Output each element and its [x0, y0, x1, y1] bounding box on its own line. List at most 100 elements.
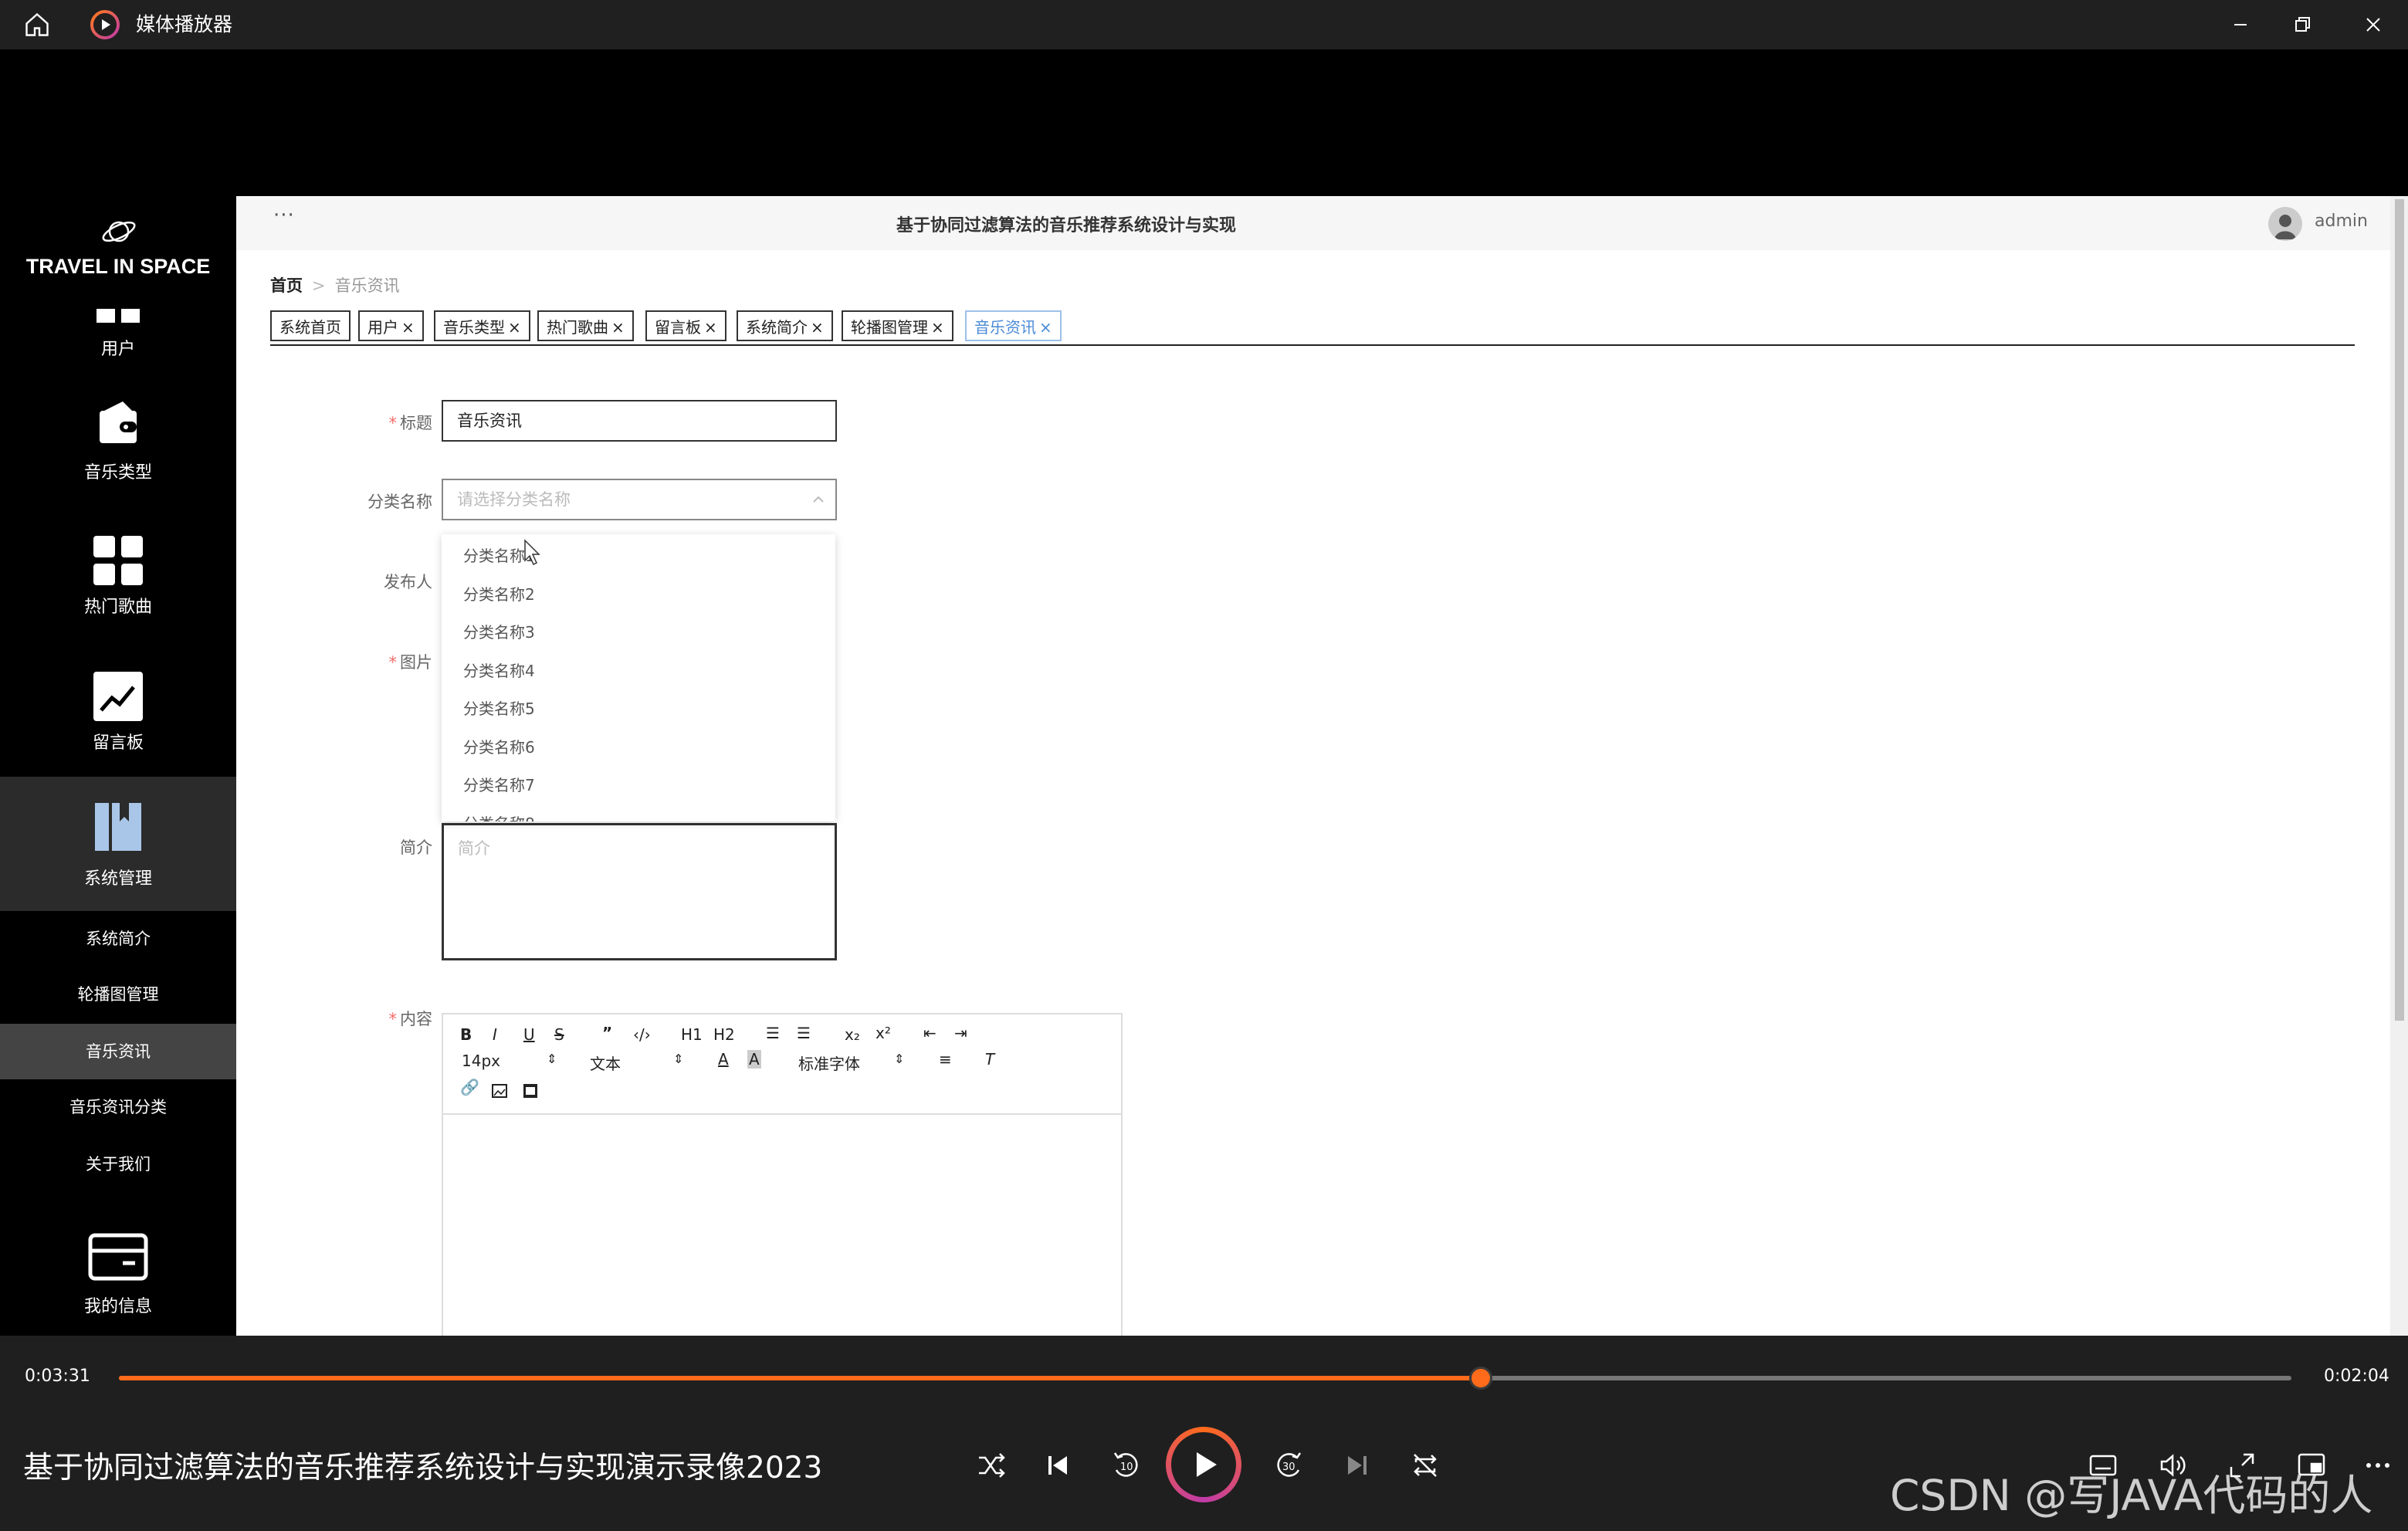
tab-close-icon[interactable]: ×	[508, 318, 521, 337]
sidebar-item-hot-songs[interactable]: 热门歌曲	[0, 527, 236, 627]
align-icon[interactable]: ≡	[939, 1050, 952, 1069]
play-button-inner	[1171, 1432, 1236, 1497]
shuffle-icon[interactable]	[973, 1447, 1010, 1484]
scrollbar-thumb[interactable]	[2395, 199, 2404, 1021]
tab-close-icon[interactable]: ×	[611, 318, 625, 337]
paragraph-select[interactable]: 文本	[590, 1052, 621, 1074]
restore-icon[interactable]	[2287, 9, 2318, 40]
dropdown-option[interactable]: 分类名称1	[442, 537, 835, 576]
seek-bar[interactable]	[119, 1367, 2291, 1390]
brand-name: TRAVEL IN SPACE	[25, 255, 211, 278]
skip-back-icon[interactable]: 10	[1107, 1447, 1144, 1484]
video-icon[interactable]	[522, 1082, 539, 1099]
subscript-icon[interactable]: x₂	[845, 1025, 860, 1044]
dropdown-option[interactable]: 分类名称3	[442, 614, 835, 652]
strike-icon[interactable]: S	[554, 1025, 564, 1044]
previous-icon[interactable]	[1039, 1447, 1076, 1484]
tab-music-news[interactable]: 音乐资讯 ×	[965, 310, 1062, 341]
watermark: CSDN @写JAVA代码的人	[1890, 1471, 2373, 1520]
clear-format-icon[interactable]: T	[985, 1050, 994, 1069]
sidebar-item-system-management[interactable]: 系统管理	[0, 777, 236, 911]
dropdown-option[interactable]: 分类名称6	[442, 729, 835, 767]
code-icon[interactable]: ‹/›	[633, 1025, 651, 1044]
sidebar-subitem-news-category[interactable]: 音乐资讯分类	[0, 1079, 236, 1135]
breadcrumb-separator: >	[312, 276, 326, 295]
avatar[interactable]	[2268, 207, 2302, 241]
sidebar-item-users[interactable]: 用户	[0, 296, 236, 381]
tab-close-icon[interactable]: ×	[931, 318, 944, 337]
sidebar-item-music-type[interactable]: 音乐类型	[0, 391, 236, 491]
font-size-select[interactable]: 14px	[462, 1052, 500, 1070]
heading2-icon[interactable]: H2	[713, 1025, 735, 1044]
video-title: 基于协同过滤算法的音乐推荐系统设计与实现演示录像2023	[23, 1451, 823, 1485]
sidebar-item-label: 音乐类型	[83, 463, 152, 483]
tab-message-board[interactable]: 留言板 ×	[645, 310, 726, 341]
background-color-icon[interactable]: A	[747, 1050, 761, 1069]
bullet-list-icon[interactable]: ☰	[797, 1024, 811, 1042]
breadcrumb-home[interactable]: 首页	[270, 276, 303, 295]
italic-icon[interactable]: I	[493, 1025, 497, 1044]
dropdown-option[interactable]: 分类名称8	[442, 805, 835, 822]
tab-users[interactable]: 用户 ×	[358, 310, 424, 341]
sidebar-item-message-board[interactable]: 留言板	[0, 662, 236, 763]
sidebar-item-my-info[interactable]: 我的信息	[0, 1223, 236, 1331]
user-name[interactable]: admin	[2315, 212, 2368, 231]
tab-close-icon[interactable]: ×	[401, 318, 415, 337]
close-icon[interactable]	[2358, 9, 2389, 40]
play-button[interactable]	[1166, 1427, 1241, 1502]
tab-carousel[interactable]: 轮播图管理 ×	[842, 310, 953, 341]
tab-close-icon[interactable]: ×	[811, 318, 824, 337]
font-family-select[interactable]: 标准字体	[798, 1052, 860, 1074]
sidebar-subitem-carousel[interactable]: 轮播图管理	[0, 967, 236, 1022]
repeat-off-icon[interactable]	[1407, 1447, 1444, 1484]
underline-icon[interactable]: U	[523, 1025, 535, 1044]
sidebar-subitem-system-intro[interactable]: 系统简介	[0, 911, 236, 967]
quote-icon[interactable]: ”	[602, 1024, 612, 1042]
dropdown-option[interactable]: 分类名称7	[442, 767, 835, 805]
dropdown-option[interactable]: 分类名称5	[442, 690, 835, 729]
next-icon[interactable]	[1339, 1447, 1376, 1484]
indent-icon[interactable]: ⇥	[954, 1024, 967, 1042]
app-header: ··· 基于协同过滤算法的音乐推荐系统设计与实现 admin	[236, 196, 2390, 250]
bold-icon[interactable]: B	[460, 1025, 472, 1044]
sidebar-subitem-music-news[interactable]: 音乐资讯	[0, 1024, 236, 1079]
seek-bar-fill	[119, 1376, 1482, 1380]
tab-home[interactable]: 系统首页	[270, 310, 351, 341]
tab-close-icon[interactable]: ×	[1039, 318, 1052, 337]
intro-textarea[interactable]: 简介	[442, 823, 837, 960]
book-icon	[95, 803, 141, 851]
required-mark: *	[388, 1010, 398, 1028]
dropdown-option[interactable]: 分类名称4	[442, 652, 835, 691]
font-color-icon[interactable]: A	[718, 1050, 729, 1069]
tab-close-icon[interactable]: ×	[704, 318, 717, 337]
link-icon[interactable]: 🔗	[460, 1078, 479, 1096]
sidebar-item-label: 我的信息	[83, 1297, 152, 1316]
chevron-up-icon	[813, 496, 824, 503]
required-mark: *	[388, 414, 398, 432]
tab-system-intro[interactable]: 系统简介 ×	[737, 310, 833, 341]
breadcrumb: 首页 > 音乐资讯	[270, 273, 400, 296]
tab-music-type[interactable]: 音乐类型 ×	[434, 310, 530, 341]
rich-text-editor[interactable]: B I U S ” ‹/› H1 H2 ☰ ☰ x₂ x² ⇤ ⇥ 14px ⇕…	[442, 1013, 1123, 1336]
tab-hot-songs[interactable]: 热门歌曲 ×	[537, 310, 634, 341]
skip-back-text: 10	[1120, 1462, 1133, 1473]
minimize-icon[interactable]	[2225, 9, 2256, 40]
tab-label: 用户	[367, 318, 398, 337]
sidebar-subitem-about-us[interactable]: 关于我们	[0, 1136, 236, 1192]
editor-toolbar: B I U S ” ‹/› H1 H2 ☰ ☰ x₂ x² ⇤ ⇥ 14px ⇕…	[443, 1014, 1121, 1115]
page-title: 基于协同过滤算法的音乐推荐系统设计与实现	[896, 216, 1236, 235]
page-scrollbar[interactable]	[2390, 196, 2408, 1336]
ordered-list-icon[interactable]: ☰	[766, 1024, 780, 1042]
skip-forward-icon[interactable]: 30	[1271, 1447, 1308, 1484]
outdent-icon[interactable]: ⇤	[923, 1024, 936, 1042]
home-icon[interactable]	[23, 11, 51, 39]
title-input[interactable]: 音乐资讯	[442, 400, 837, 442]
seek-bar-handle[interactable]	[1469, 1367, 1493, 1390]
app-title: 媒体播放器	[136, 13, 233, 36]
category-select[interactable]: 请选择分类名称	[442, 479, 837, 520]
heading1-icon[interactable]: H1	[681, 1025, 703, 1044]
image-icon[interactable]	[491, 1082, 508, 1099]
dropdown-option[interactable]: 分类名称2	[442, 576, 835, 615]
superscript-icon[interactable]: x²	[875, 1024, 891, 1042]
tab-label: 系统首页	[279, 318, 341, 337]
